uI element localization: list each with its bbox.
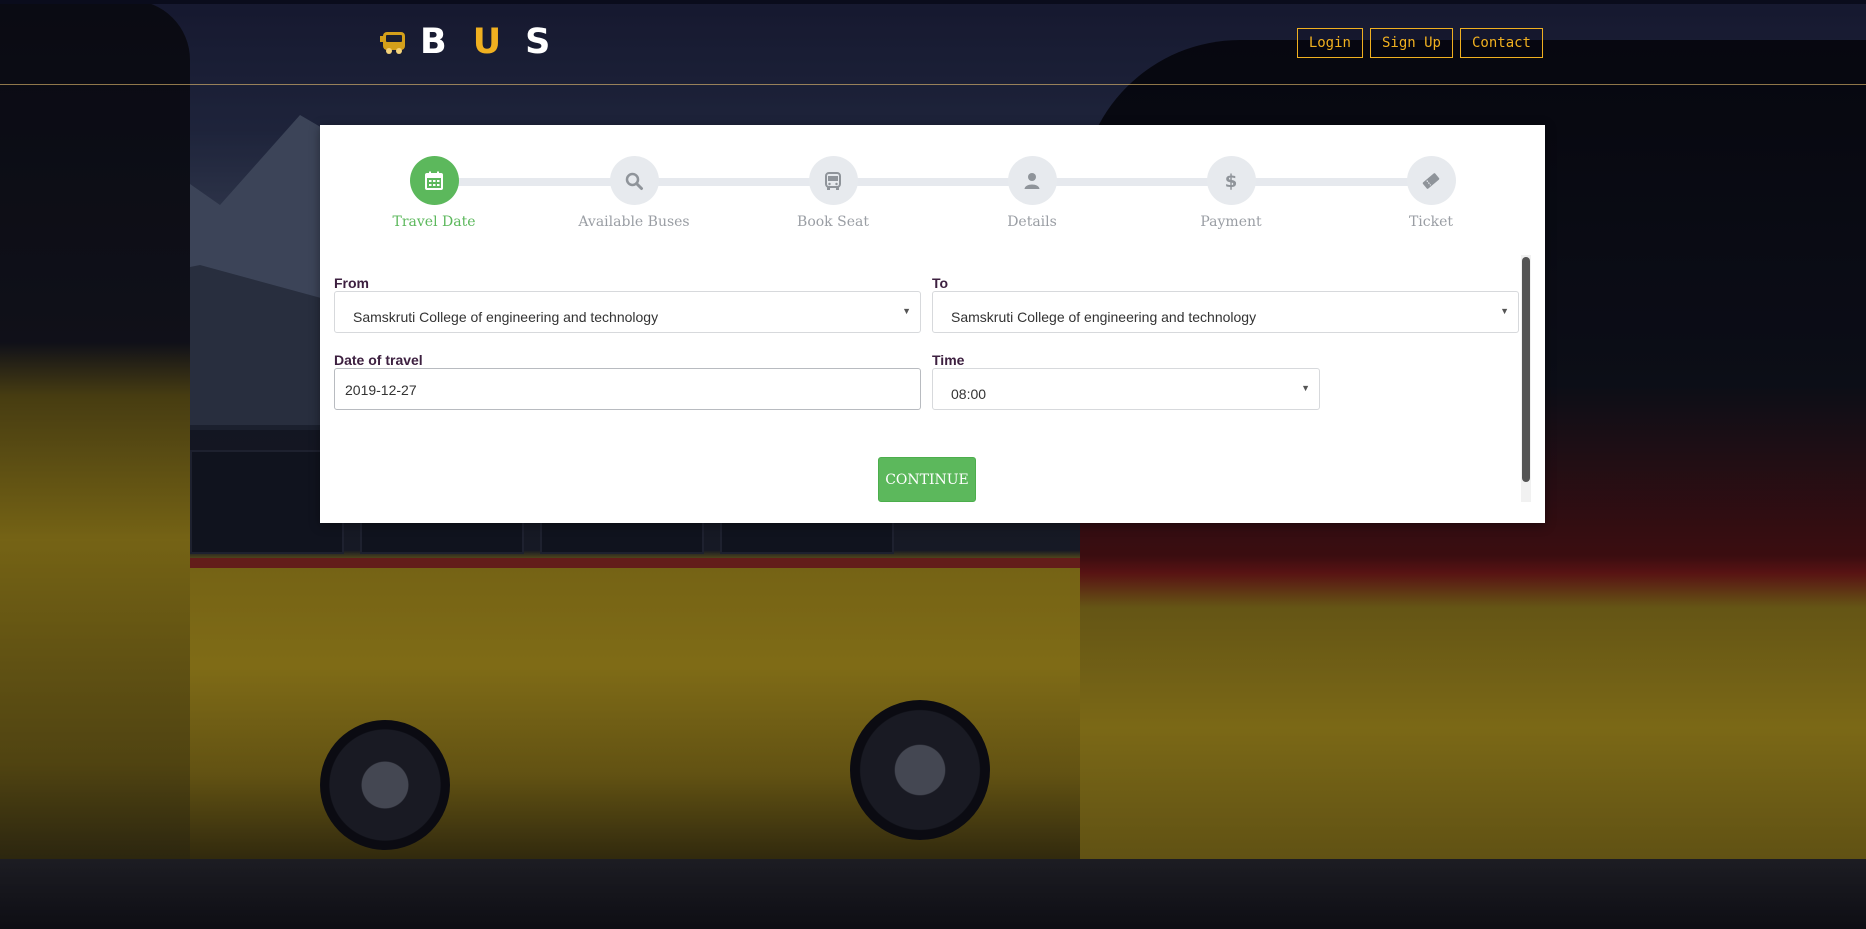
nav-links: Login Sign Up Contact bbox=[1296, 28, 1543, 58]
chevron-down-icon: ▼ bbox=[1301, 383, 1310, 393]
ticket-icon bbox=[1406, 156, 1456, 205]
step-label: Book Seat bbox=[797, 214, 869, 230]
step-label: Available Buses bbox=[578, 214, 690, 230]
step-travel-date[interactable]: Travel Date bbox=[354, 156, 514, 230]
step-book-seat[interactable]: Book Seat bbox=[753, 156, 913, 230]
time-selected-value: 08:00 bbox=[951, 386, 987, 402]
brand-logo[interactable]: B U S bbox=[378, 22, 552, 62]
step-payment[interactable]: $ Payment bbox=[1151, 156, 1311, 230]
brand-letter-u: U bbox=[472, 22, 502, 62]
time-select[interactable]: 08:00 ▼ bbox=[932, 368, 1320, 410]
brand-letter-s: S bbox=[525, 22, 553, 62]
progress-steps: Travel Date Available Buses Book Seat De… bbox=[320, 125, 1545, 245]
to-select[interactable]: Samskruti College of engineering and tec… bbox=[932, 291, 1519, 333]
booking-card: Travel Date Available Buses Book Seat De… bbox=[320, 125, 1545, 523]
to-selected-value: Samskruti College of engineering and tec… bbox=[951, 309, 1257, 325]
time-label: Time bbox=[932, 352, 965, 368]
from-label: From bbox=[334, 275, 369, 291]
step-details[interactable]: Details bbox=[952, 156, 1112, 230]
step-label: Payment bbox=[1200, 214, 1262, 230]
navbar: B U S Login Sign Up Contact bbox=[0, 0, 1866, 85]
contact-button[interactable]: Contact bbox=[1459, 28, 1543, 58]
chevron-down-icon: ▼ bbox=[1500, 306, 1509, 316]
from-select[interactable]: Samskruti College of engineering and tec… bbox=[334, 291, 921, 333]
from-selected-value: Samskruti College of engineering and tec… bbox=[353, 309, 659, 325]
to-label: To bbox=[932, 275, 949, 291]
step-label: Travel Date bbox=[392, 214, 476, 230]
date-label: Date of travel bbox=[334, 352, 423, 368]
date-input-value: 2019-12-27 bbox=[345, 382, 417, 398]
chevron-down-icon: ▼ bbox=[902, 306, 911, 316]
step-label: Details bbox=[1007, 214, 1057, 230]
login-button[interactable]: Login bbox=[1296, 28, 1363, 58]
step-available-buses[interactable]: Available Buses bbox=[554, 156, 714, 230]
dollar-icon: $ bbox=[1206, 156, 1256, 205]
signup-button[interactable]: Sign Up bbox=[1369, 28, 1453, 58]
user-icon bbox=[1007, 156, 1057, 205]
calendar-icon bbox=[409, 156, 459, 205]
step-label: Ticket bbox=[1408, 214, 1454, 230]
step-ticket[interactable]: Ticket bbox=[1351, 156, 1511, 230]
date-input[interactable]: 2019-12-27 bbox=[334, 368, 921, 410]
brand-letter-b: B bbox=[420, 22, 449, 62]
svg-text:$: $ bbox=[1225, 171, 1238, 192]
bus-icon bbox=[808, 156, 858, 205]
bus-logo-icon bbox=[380, 32, 405, 54]
continue-button[interactable]: CONTINUE bbox=[878, 457, 976, 502]
search-icon bbox=[609, 156, 659, 205]
scrollbar-thumb[interactable] bbox=[1522, 257, 1530, 482]
